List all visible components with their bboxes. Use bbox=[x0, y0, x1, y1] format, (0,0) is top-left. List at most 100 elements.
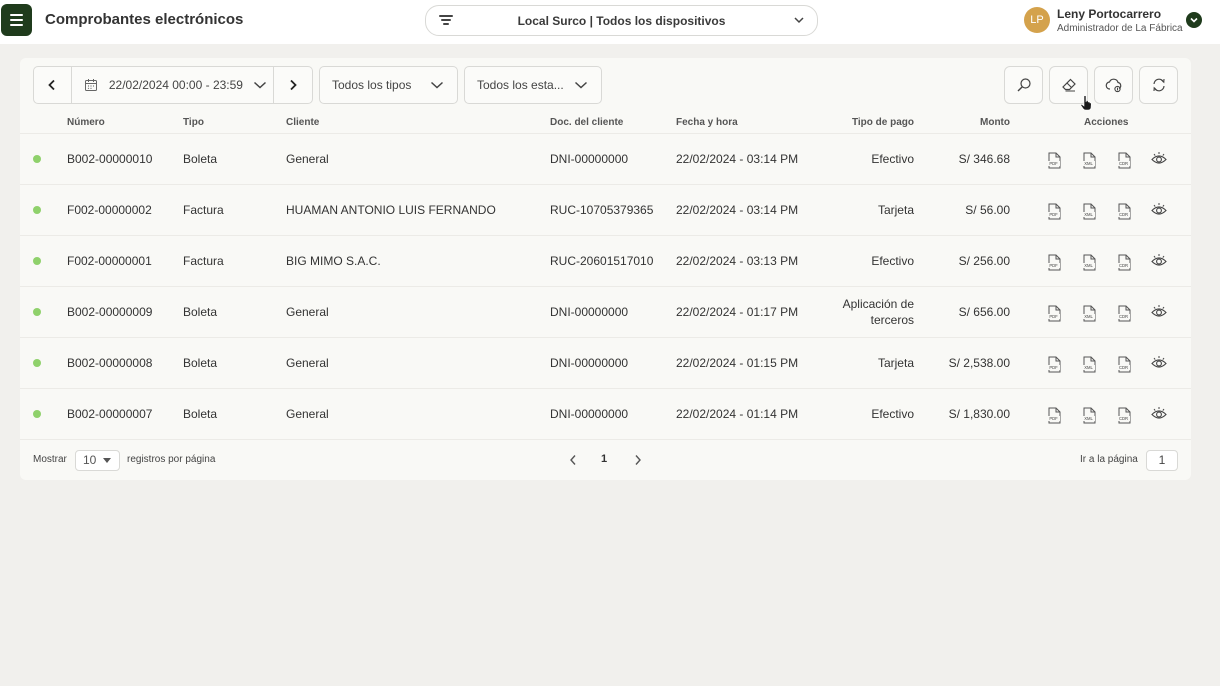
search-icon bbox=[1017, 78, 1031, 92]
per-page-suffix: registros por página bbox=[127, 454, 216, 465]
row-doc: DNI-00000000 bbox=[550, 407, 629, 421]
row-monto: S/ 1,830.00 bbox=[948, 407, 1010, 421]
hand-cursor-icon bbox=[1080, 95, 1092, 111]
svg-text:CDR: CDR bbox=[1119, 314, 1128, 319]
row-fecha: 22/02/2024 - 03:14 PM bbox=[676, 152, 799, 166]
svg-text:CDR: CDR bbox=[1119, 416, 1128, 421]
row-pago-line2: terceros bbox=[870, 313, 914, 327]
xml-file-icon[interactable]: XML bbox=[1081, 254, 1097, 271]
pdf-file-icon[interactable]: PDF bbox=[1046, 203, 1062, 220]
prev-page-icon[interactable] bbox=[568, 454, 578, 466]
view-eye-icon[interactable] bbox=[1151, 253, 1167, 270]
col-cliente[interactable]: Cliente bbox=[286, 117, 319, 128]
date-range-picker[interactable]: 22/02/2024 00:00 - 23:59 bbox=[72, 67, 275, 103]
xml-file-icon[interactable]: XML bbox=[1081, 407, 1097, 424]
col-fecha[interactable]: Fecha y hora bbox=[676, 117, 738, 128]
types-select[interactable]: Todos los tipos bbox=[319, 66, 458, 104]
cdr-file-icon[interactable]: CDR bbox=[1116, 356, 1132, 373]
next-date-button[interactable] bbox=[274, 67, 312, 103]
table-row[interactable]: B002-00000008 Boleta General DNI-0000000… bbox=[20, 338, 1191, 389]
pdf-file-icon[interactable]: PDF bbox=[1046, 152, 1062, 169]
row-fecha: 22/02/2024 - 01:14 PM bbox=[676, 407, 799, 421]
table-header: Número Tipo Cliente Doc. del cliente Fec… bbox=[20, 114, 1191, 134]
status-dot bbox=[33, 359, 41, 367]
view-eye-icon[interactable] bbox=[1151, 304, 1167, 321]
xml-file-icon[interactable]: XML bbox=[1081, 356, 1097, 373]
show-label: Mostrar bbox=[33, 454, 67, 465]
goto-label: Ir a la página bbox=[1080, 454, 1138, 465]
table-row[interactable]: B002-00000009 Boleta General DNI-0000000… bbox=[20, 287, 1191, 338]
table-row[interactable]: B002-00000010 Boleta General DNI-0000000… bbox=[20, 134, 1191, 185]
row-fecha: 22/02/2024 - 01:15 PM bbox=[676, 356, 799, 370]
xml-file-icon[interactable]: XML bbox=[1081, 152, 1097, 169]
row-doc: DNI-00000000 bbox=[550, 305, 629, 319]
search-button[interactable] bbox=[1004, 66, 1043, 104]
pagination-bar: Mostrar 10 registros por página 1 Ir a l… bbox=[20, 446, 1191, 474]
row-doc: DNI-00000000 bbox=[550, 356, 629, 370]
col-tipo[interactable]: Tipo bbox=[183, 117, 204, 128]
states-select-value: Todos los esta... bbox=[477, 78, 564, 92]
row-pago: Tarjeta bbox=[877, 203, 914, 217]
row-fecha: 22/02/2024 - 01:17 PM bbox=[676, 305, 799, 319]
view-eye-icon[interactable] bbox=[1151, 151, 1167, 168]
table-row[interactable]: F002-00000002 Factura HUAMAN ANTONIO LUI… bbox=[20, 185, 1191, 236]
per-page-select[interactable]: 10 bbox=[75, 450, 120, 471]
cloud-download-button[interactable] bbox=[1094, 66, 1133, 104]
col-pago[interactable]: Tipo de pago bbox=[852, 117, 914, 128]
row-numero: F002-00000002 bbox=[67, 203, 152, 217]
xml-file-icon[interactable]: XML bbox=[1081, 305, 1097, 322]
hamburger-menu-button[interactable] bbox=[1, 4, 32, 36]
pdf-file-icon[interactable]: PDF bbox=[1046, 305, 1062, 322]
goto-page-input[interactable]: 1 bbox=[1146, 450, 1178, 471]
cdr-file-icon[interactable]: CDR bbox=[1116, 152, 1132, 169]
row-numero: F002-00000001 bbox=[67, 254, 152, 268]
row-tipo: Boleta bbox=[183, 152, 218, 166]
row-pago: Efectivo bbox=[871, 254, 914, 268]
svg-text:XML: XML bbox=[1084, 212, 1093, 217]
svg-text:CDR: CDR bbox=[1119, 212, 1128, 217]
view-eye-icon[interactable] bbox=[1151, 406, 1167, 423]
row-numero: B002-00000008 bbox=[67, 356, 153, 370]
svg-text:PDF: PDF bbox=[1049, 212, 1058, 217]
svg-text:XML: XML bbox=[1084, 365, 1093, 370]
view-eye-icon[interactable] bbox=[1151, 202, 1167, 219]
cdr-file-icon[interactable]: CDR bbox=[1116, 254, 1132, 271]
view-eye-icon[interactable] bbox=[1151, 355, 1167, 372]
date-range-value: 22/02/2024 00:00 - 23:59 bbox=[108, 78, 243, 92]
pdf-file-icon[interactable]: PDF bbox=[1046, 407, 1062, 424]
row-pago: Tarjeta bbox=[877, 356, 914, 370]
xml-file-icon[interactable]: XML bbox=[1081, 203, 1097, 220]
col-doc[interactable]: Doc. del cliente bbox=[550, 117, 623, 128]
status-dot bbox=[33, 257, 41, 265]
cdr-file-icon[interactable]: CDR bbox=[1116, 203, 1132, 220]
svg-text:XML: XML bbox=[1084, 161, 1093, 166]
svg-text:CDR: CDR bbox=[1119, 365, 1128, 370]
device-selector[interactable]: Local Surco | Todos los dispositivos bbox=[425, 5, 818, 36]
pdf-file-icon[interactable]: PDF bbox=[1046, 356, 1062, 373]
table-row[interactable]: B002-00000007 Boleta General DNI-0000000… bbox=[20, 389, 1191, 440]
col-monto[interactable]: Monto bbox=[980, 117, 1010, 128]
current-page[interactable]: 1 bbox=[601, 453, 607, 465]
table-row[interactable]: F002-00000001 Factura BIG MIMO S.A.C. RU… bbox=[20, 236, 1191, 287]
prev-date-button[interactable] bbox=[34, 67, 72, 103]
row-cliente: General bbox=[286, 305, 329, 319]
col-numero[interactable]: Número bbox=[67, 117, 105, 128]
page-title: Comprobantes electrónicos bbox=[45, 11, 244, 28]
cdr-file-icon[interactable]: CDR bbox=[1116, 407, 1132, 424]
svg-text:PDF: PDF bbox=[1049, 161, 1058, 166]
row-doc: RUC-20601517010 bbox=[550, 254, 654, 268]
next-page-icon[interactable] bbox=[633, 454, 643, 466]
avatar[interactable]: LP bbox=[1024, 7, 1050, 33]
user-menu-chevron-icon[interactable] bbox=[1186, 12, 1202, 28]
chevron-down-icon bbox=[253, 81, 266, 89]
refresh-button[interactable] bbox=[1139, 66, 1178, 104]
pdf-file-icon[interactable]: PDF bbox=[1046, 254, 1062, 271]
svg-text:PDF: PDF bbox=[1049, 263, 1058, 268]
types-select-value: Todos los tipos bbox=[332, 78, 412, 92]
states-select[interactable]: Todos los esta... bbox=[464, 66, 602, 104]
user-role: Administrador de La Fábrica bbox=[1057, 23, 1183, 34]
svg-text:PDF: PDF bbox=[1049, 314, 1058, 319]
row-monto: S/ 656.00 bbox=[958, 305, 1010, 319]
row-fecha: 22/02/2024 - 03:13 PM bbox=[676, 254, 799, 268]
cdr-file-icon[interactable]: CDR bbox=[1116, 305, 1132, 322]
